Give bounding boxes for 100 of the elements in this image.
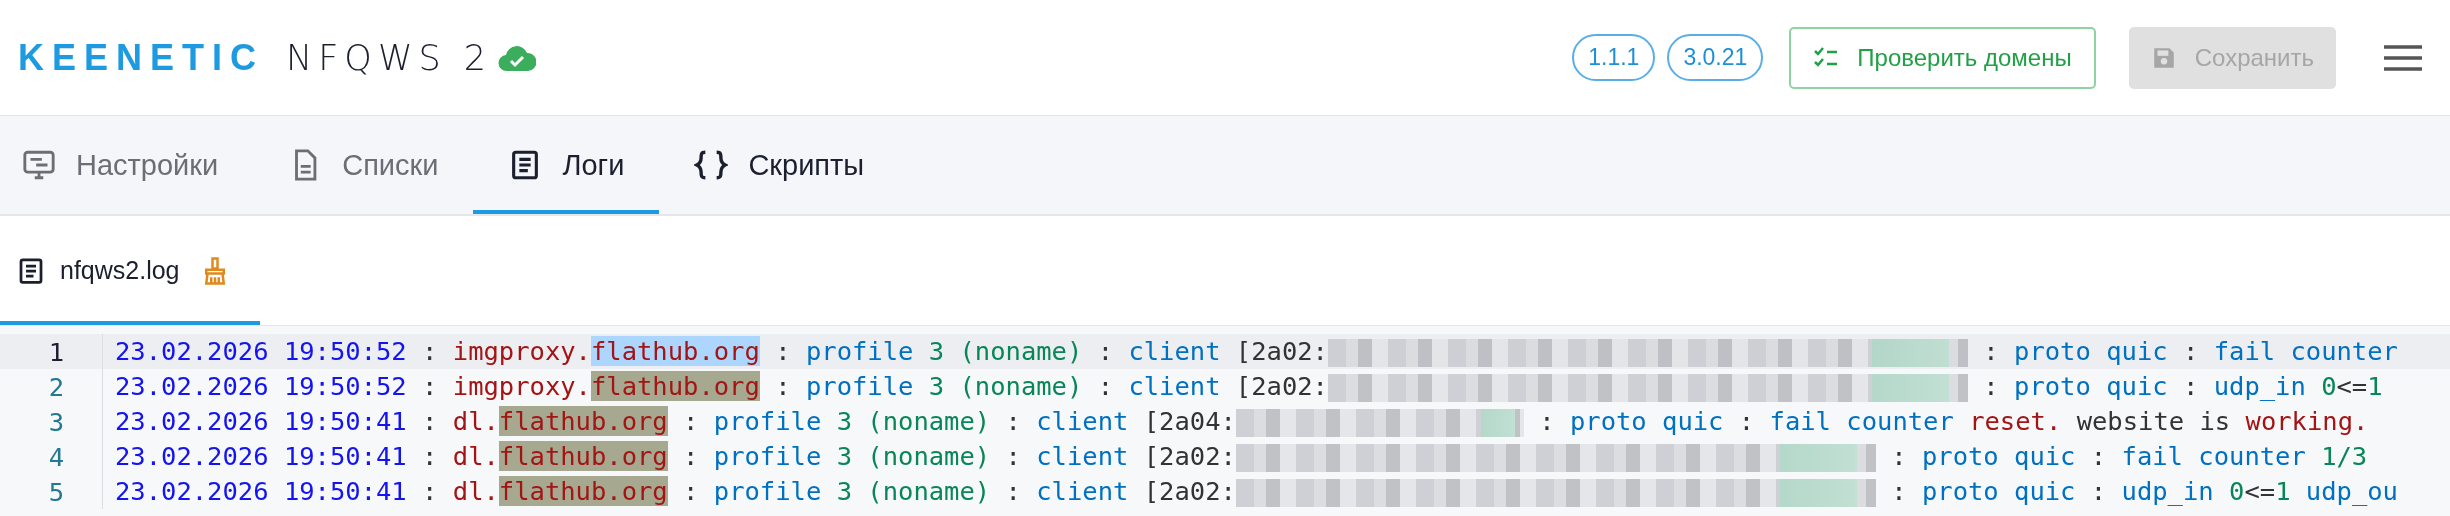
log-keyword: proto quic — [1921, 476, 2076, 506]
log-separator: : — [2090, 476, 2107, 506]
log-separator: : — [1539, 406, 1555, 436]
log-separator: : — [422, 441, 438, 471]
log-number: 3 — [836, 476, 852, 506]
highlighted-domain: flathub.org — [498, 476, 668, 506]
log-timestamp: 23.02.2026 19:50:52 — [115, 336, 407, 366]
log-profile-name: (noname) — [867, 441, 991, 471]
log-separator: : — [775, 371, 791, 401]
braces-icon — [694, 148, 729, 182]
log-profile-name: (noname) — [867, 406, 991, 436]
log-number: 0 — [2321, 371, 2337, 401]
log-host: imgproxy. — [452, 371, 591, 401]
log-separator: : — [1005, 441, 1021, 471]
line-number: 4 — [0, 439, 103, 474]
log-keyword: proto quic — [1921, 441, 2076, 471]
line-number: 1 — [0, 334, 103, 369]
line-number: 5 — [0, 474, 103, 509]
log-separator: : — [2090, 441, 2107, 471]
nav-tab[interactable]: Списки — [253, 116, 474, 214]
log-timestamp: 23.02.2026 19:50:41 — [115, 406, 407, 436]
log-timestamp: 23.02.2026 19:50:41 — [115, 476, 407, 506]
log-text: website is — [2076, 406, 2231, 436]
log-timestamp: 23.02.2026 19:50:41 — [115, 441, 407, 471]
log-profile-name: (noname) — [959, 336, 1083, 366]
log-keyword: client — [1128, 336, 1221, 366]
log-number: 3 — [836, 406, 852, 436]
log-address: [2a04: — [1143, 406, 1236, 436]
log-host: dl. — [452, 441, 499, 471]
log-separator: : — [683, 406, 699, 436]
log-separator: : — [683, 476, 699, 506]
log-separator: : — [1891, 476, 1907, 506]
log-keyword: proto quic — [2014, 371, 2168, 401]
log-separator: : — [1891, 441, 1907, 471]
log-separator: : — [1983, 371, 1999, 401]
log-separator: : — [422, 406, 438, 436]
log-status: working. — [2245, 406, 2369, 436]
logo: KEENETIC — [18, 36, 265, 79]
log-number: 1 — [2275, 476, 2291, 506]
log-keyword: proto quic — [1569, 406, 1724, 436]
log-address: [2a02: — [1143, 476, 1236, 506]
log-number: 1/3 — [2321, 441, 2368, 471]
log-operator: <= — [2244, 476, 2276, 506]
log-number: 3 — [836, 441, 852, 471]
log-keyword: udp_ou — [2305, 476, 2398, 506]
log-separator: : — [1097, 371, 1113, 401]
line-number: 3 — [0, 404, 103, 439]
log-keyword: proto quic — [2014, 336, 2168, 366]
log-separator: : — [1005, 476, 1021, 506]
log-separator: : — [1738, 406, 1755, 436]
version-badge: 3.0.21 — [1667, 34, 1764, 81]
log-host: imgproxy. — [452, 336, 591, 366]
log-number: 0 — [2229, 476, 2245, 506]
menu-icon[interactable] — [2384, 44, 2422, 71]
log-separator: : — [2182, 371, 2199, 401]
log-separator: : — [1097, 336, 1113, 366]
log-separator: : — [422, 476, 438, 506]
log-address: [2a02: — [1235, 371, 1328, 401]
line-number: 2 — [0, 369, 103, 404]
log-address: [2a02: — [1143, 441, 1236, 471]
log-address: [2a02: — [1235, 336, 1328, 366]
log-number: 1 — [2367, 371, 2383, 401]
log-keyword: client — [1036, 406, 1129, 436]
log-keyword: client — [1036, 441, 1129, 471]
log-keyword: profile — [713, 476, 822, 506]
nav-tab[interactable]: Настройки — [0, 116, 254, 214]
log-keyword: profile — [713, 441, 822, 471]
highlighted-domain: flathub.org — [498, 441, 668, 471]
log-separator: : — [422, 371, 438, 401]
log-timestamp: 23.02.2026 19:50:52 — [115, 371, 407, 401]
log-host: dl. — [452, 476, 499, 506]
check-domains-button[interactable]: Проверить домены — [1789, 26, 2096, 89]
log-operator: <= — [2336, 371, 2368, 401]
log-keyword: profile — [713, 406, 822, 436]
log-keyword: udp_in — [2213, 371, 2306, 401]
log-separator: : — [2182, 336, 2199, 366]
log-separator: : — [1983, 336, 1999, 366]
highlighted-domain: flathub.org — [498, 406, 668, 436]
log-number: 3 — [928, 371, 945, 401]
nav-tab[interactable]: Скрипты — [659, 116, 900, 214]
nav-tab[interactable]: Логи — [473, 116, 660, 214]
log-separator: : — [683, 441, 699, 471]
log-keyword: profile — [805, 371, 914, 401]
log-status: reset. — [1969, 406, 2062, 436]
highlighted-domain: flathub.org — [590, 336, 760, 366]
log-host: dl. — [452, 406, 499, 436]
version-badge: 1.1.1 — [1572, 34, 1656, 81]
log-number: 3 — [928, 336, 945, 366]
log-separator: : — [1005, 406, 1021, 436]
log-profile-name: (noname) — [959, 371, 1083, 401]
log-profile-name: (noname) — [867, 476, 991, 506]
log-keyword: client — [1128, 371, 1221, 401]
log-keyword: profile — [805, 336, 914, 366]
product-name: NFQWS 2 — [286, 37, 493, 78]
highlighted-domain: flathub.org — [590, 371, 760, 401]
settings-icon — [22, 148, 56, 182]
log-separator: : — [775, 336, 791, 366]
log-separator: : — [422, 336, 438, 366]
log-keyword: fail counter — [2213, 336, 2398, 366]
log-keyword: fail counter — [1769, 406, 1954, 436]
